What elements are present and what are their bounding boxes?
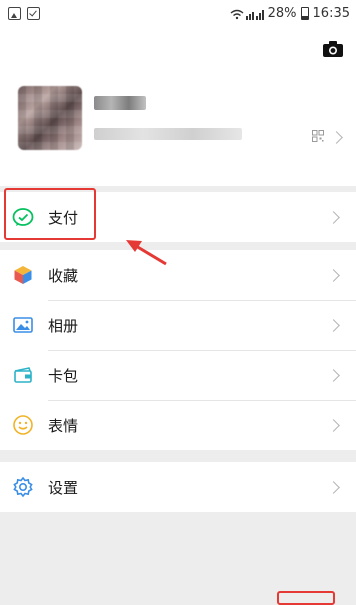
chevron-right-icon	[327, 419, 340, 432]
menu-item-settings[interactable]: 设置	[0, 462, 356, 512]
me-tab-highlight-box	[277, 591, 335, 605]
chevron-right-icon	[327, 481, 340, 494]
gear-icon	[13, 476, 33, 498]
status-indicators: 28% 16:35	[230, 6, 350, 21]
profile-header[interactable]	[0, 30, 356, 186]
notification-icons	[8, 7, 40, 20]
qr-code-icon[interactable]	[312, 130, 324, 142]
menu-item-stickers[interactable]: 表情	[0, 400, 356, 450]
smiley-icon	[13, 415, 33, 435]
menu-item-album[interactable]: 相册	[0, 300, 356, 350]
battery-icon	[300, 7, 309, 20]
menu-item-favorites[interactable]: 收藏	[0, 250, 356, 300]
menu-label-album: 相册	[48, 317, 79, 335]
clock: 16:35	[312, 6, 350, 21]
battery-percentage: 28%	[267, 6, 297, 21]
chevron-right-icon	[327, 369, 340, 382]
wechat-id-redacted	[94, 128, 242, 140]
card-wallet-icon	[14, 367, 32, 383]
menu-item-cards[interactable]: 卡包	[0, 350, 356, 400]
chevron-right-icon	[327, 269, 340, 282]
annotation-arrow-icon	[126, 240, 167, 266]
menu-label-favorites: 收藏	[48, 267, 79, 285]
camera-icon[interactable]	[322, 40, 344, 58]
cube-icon	[14, 266, 32, 284]
chevron-right-icon	[330, 131, 343, 144]
wifi-signal-icon	[230, 9, 264, 20]
pay-highlight-box	[4, 188, 96, 240]
user-nickname-redacted	[94, 96, 146, 110]
avatar[interactable]	[18, 86, 82, 150]
chevron-right-icon	[327, 211, 340, 224]
features-group: 收藏 相册 卡包 表情	[0, 250, 356, 450]
gallery-notification-icon	[8, 7, 21, 20]
chevron-right-icon	[327, 319, 340, 332]
menu-label-settings: 设置	[48, 479, 79, 497]
status-bar: 28% 16:35	[0, 0, 356, 30]
menu-label-stickers: 表情	[48, 417, 79, 435]
task-notification-icon	[27, 7, 40, 20]
settings-group: 设置	[0, 462, 356, 512]
photo-album-icon	[13, 317, 33, 333]
menu-label-cards: 卡包	[48, 367, 79, 385]
